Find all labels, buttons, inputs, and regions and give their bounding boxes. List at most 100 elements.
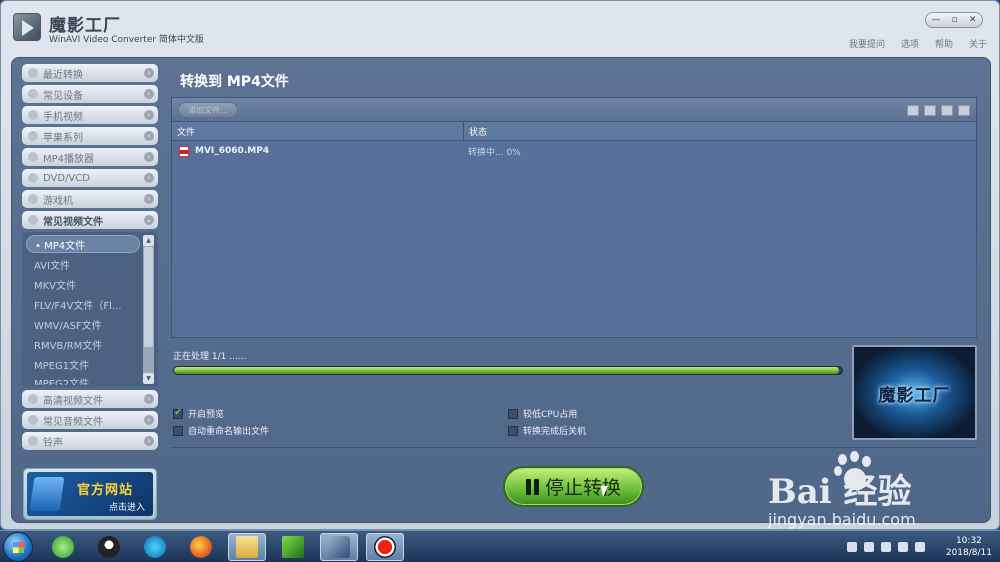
clock-time: 10:32 — [955, 536, 982, 546]
file-status: 转换中... 0% — [468, 147, 521, 158]
clear-icon[interactable] — [958, 105, 970, 116]
remove-icon[interactable] — [941, 105, 953, 116]
table-row[interactable]: MVI_6060.MP4 转换中... 0% — [172, 141, 976, 161]
category-mp4-player[interactable]: MP4播放器 › — [22, 148, 158, 166]
option-label: 较低CPU占用 — [523, 410, 578, 420]
category-devices[interactable]: 常见设备 › — [22, 85, 158, 103]
column-status[interactable]: 状态 — [464, 125, 487, 138]
progress-bar — [173, 366, 843, 375]
format-item-rmvb[interactable]: RMVB/RM文件 — [26, 335, 140, 353]
low-cpu-checkbox[interactable] — [508, 408, 518, 419]
close-button[interactable]: ✕ — [969, 15, 977, 25]
move-up-icon[interactable] — [907, 105, 919, 116]
player-icon[interactable] — [274, 533, 312, 561]
scroll-down-icon[interactable]: ▼ — [143, 373, 154, 384]
category-recent[interactable]: 最近转换 › — [22, 64, 158, 82]
ie-icon[interactable] — [44, 533, 82, 561]
record-icon[interactable] — [366, 533, 404, 561]
move-down-icon[interactable] — [924, 105, 936, 116]
format-item-mpeg2[interactable]: MPEG2文件 — [26, 375, 140, 385]
menu-options[interactable]: 选项 — [901, 37, 919, 50]
divider — [171, 447, 977, 448]
qq-icon[interactable] — [90, 533, 128, 561]
category-icon — [28, 194, 38, 204]
format-list-scrollbar[interactable]: ▲ ▼ — [143, 235, 154, 384]
video-format-list: • MP4文件 AVI文件 MKV文件 FLV/F4V文件（Fl... WMV/… — [22, 232, 158, 387]
network-icon[interactable] — [863, 542, 874, 552]
format-item-mkv[interactable]: MKV文件 — [26, 275, 140, 293]
official-site-banner[interactable]: 官方网站 点击进入 — [23, 468, 157, 520]
category-ringtone[interactable]: 铃声 › — [22, 432, 158, 450]
format-item-mp4[interactable]: • MP4文件 — [26, 235, 140, 253]
category-dvd[interactable]: DVD/VCD › — [22, 169, 158, 187]
category-apple[interactable]: 苹果系列 › — [22, 127, 158, 145]
chevron-right-icon: › — [144, 415, 154, 425]
volume-icon[interactable] — [897, 542, 908, 552]
menu-about[interactable]: 关于 — [969, 37, 987, 50]
category-icon — [28, 415, 38, 425]
maximize-button[interactable]: ▫ — [952, 15, 958, 25]
format-item-flv[interactable]: FLV/F4V文件（Fl... — [26, 295, 140, 313]
category-hd-video[interactable]: 高清视频文件 › — [22, 390, 158, 408]
firefox-icon[interactable] — [182, 533, 220, 561]
chevron-right-icon: › — [144, 110, 154, 120]
category-label: 常见音频文件 — [43, 416, 103, 428]
keyboard-icon[interactable] — [846, 542, 857, 552]
category-label: 苹果系列 — [43, 132, 83, 144]
scroll-up-icon[interactable]: ▲ — [143, 235, 154, 246]
auto-rename-checkbox[interactable] — [173, 425, 183, 436]
category-icon — [28, 89, 38, 99]
app-subtitle: WinAVI Video Converter 简体中文版 — [49, 35, 204, 45]
chevron-right-icon: › — [144, 152, 154, 162]
banner-subtitle: 点击进入 — [109, 503, 146, 513]
chevron-right-icon: › — [144, 394, 154, 404]
menu-ask[interactable]: 我要提问 — [849, 37, 885, 50]
format-item-mpeg1[interactable]: MPEG1文件 — [26, 355, 140, 373]
shutdown-checkbox[interactable] — [508, 425, 518, 436]
category-mobile[interactable]: 手机视频 › — [22, 106, 158, 124]
category-audio[interactable]: 常见音频文件 › — [22, 411, 158, 429]
option-preview[interactable]: 开启预览 — [173, 407, 224, 420]
chevron-down-icon: ⌄ — [144, 215, 154, 225]
scroll-thumb[interactable] — [144, 247, 153, 347]
folder-icon[interactable] — [228, 533, 266, 561]
pause-icon — [525, 478, 539, 495]
banner-logo-icon — [29, 477, 65, 511]
category-label: 铃声 — [43, 437, 63, 449]
start-button[interactable] — [3, 532, 33, 562]
chevron-right-icon: › — [144, 194, 154, 204]
menu-help[interactable]: 帮助 — [935, 37, 953, 50]
category-label: 手机视频 — [43, 111, 83, 123]
chevron-right-icon: › — [144, 68, 154, 78]
window-controls: — ▫ ✕ — [925, 12, 983, 28]
add-file-button[interactable]: 添加文件... — [178, 102, 238, 118]
stop-convert-button[interactable]: 停止转换 — [503, 466, 644, 507]
winavi-icon[interactable] — [320, 533, 358, 561]
clock[interactable]: 10:32 2018/8/11 — [946, 535, 992, 559]
option-low-cpu[interactable]: 较低CPU占用 — [508, 407, 577, 420]
video-file-icon — [179, 145, 189, 157]
progress-fill — [174, 367, 839, 374]
media-icon[interactable] — [136, 533, 174, 561]
option-label: 开启预览 — [188, 410, 225, 420]
banner-inner: 官方网站 点击进入 — [27, 472, 153, 516]
category-console[interactable]: 游戏机 › — [22, 190, 158, 208]
flag-icon[interactable] — [880, 542, 891, 552]
watermark-url: jingyan.baidu.com — [768, 510, 916, 529]
category-icon — [28, 173, 38, 183]
format-item-avi[interactable]: AVI文件 — [26, 255, 140, 273]
category-label: 常见设备 — [43, 90, 83, 102]
preview-checkbox[interactable] — [173, 407, 183, 419]
app-window: 魔影工厂 WinAVI Video Converter 简体中文版 — ▫ ✕ … — [0, 0, 1000, 530]
minimize-button[interactable]: — — [932, 15, 941, 25]
option-auto-rename[interactable]: 自动重命名输出文件 — [173, 424, 269, 437]
file-table-header: 文件 状态 — [172, 122, 976, 141]
category-video-files[interactable]: 常见视频文件 ⌄ — [22, 211, 158, 229]
category-icon — [28, 394, 38, 404]
column-file[interactable]: 文件 — [172, 122, 464, 140]
format-item-wmv[interactable]: WMV/ASF文件 — [26, 315, 140, 333]
option-shutdown[interactable]: 转换完成后关机 — [508, 424, 586, 437]
chevron-right-icon: › — [144, 173, 154, 183]
input-method-icon[interactable] — [914, 542, 925, 552]
category-label: 高清视频文件 — [43, 395, 103, 407]
